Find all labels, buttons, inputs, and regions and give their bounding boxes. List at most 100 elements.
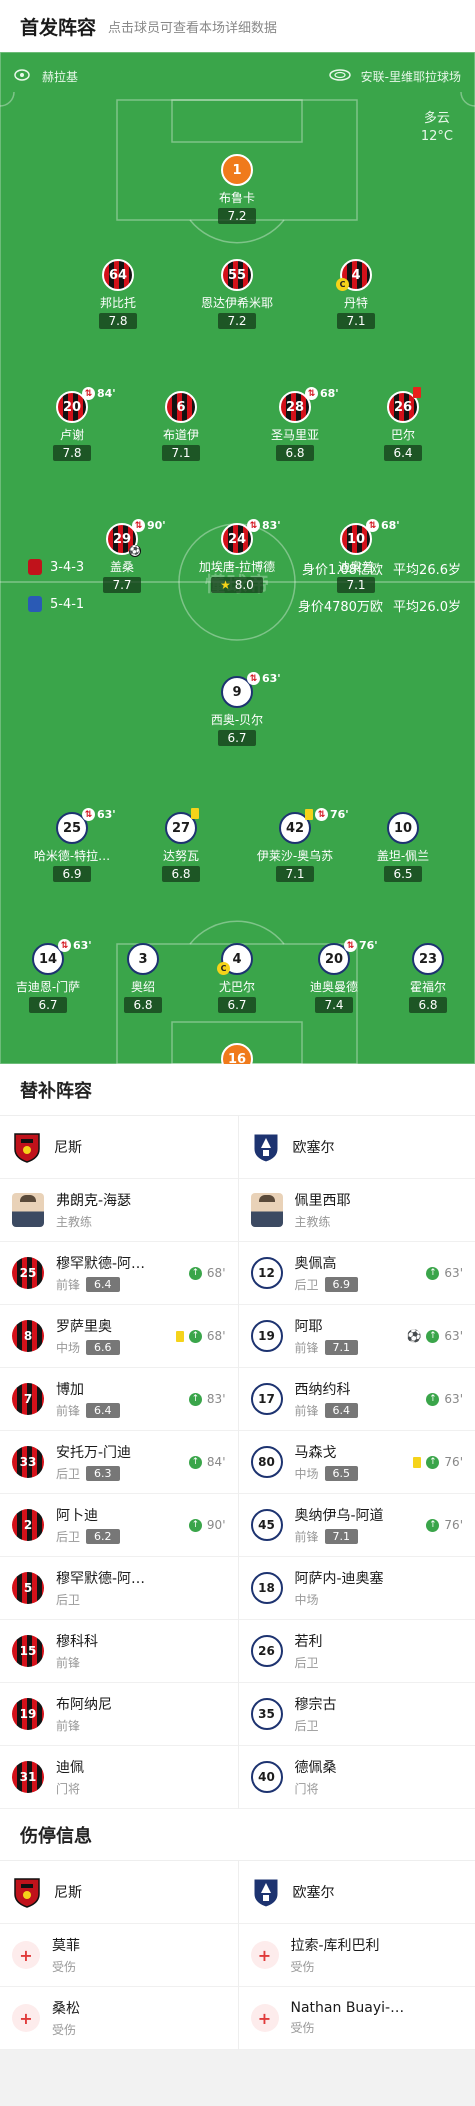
- sub-player-row[interactable]: 35 穆宗古后卫: [238, 1683, 475, 1746]
- injury-row[interactable]: + 拉索-库利巴利 受伤: [238, 1924, 475, 1987]
- player-number: 1: [221, 154, 253, 186]
- sub-in-icon: ↑: [426, 1392, 440, 1406]
- sub-player-row[interactable]: 19 布阿纳尼 前锋: [0, 1683, 238, 1746]
- player-name: 邦比托: [99, 296, 136, 310]
- player-number: 16: [221, 1043, 253, 1064]
- coach-row[interactable]: 弗朗克-海瑟 主教练: [0, 1179, 238, 1242]
- sub-player-row[interactable]: 15 穆科科 前锋: [0, 1620, 238, 1683]
- player-number: 64: [102, 259, 134, 291]
- player-number: 2: [12, 1509, 44, 1541]
- injury-row[interactable]: + Nathan Buayi-Kiala 受伤: [238, 1987, 475, 2050]
- sub-event: ↑ 84': [188, 1455, 226, 1469]
- player-number: 4C: [336, 259, 372, 291]
- player-position: 前锋 7.1: [295, 1528, 384, 1545]
- player-marker[interactable]: 4 C 丹特 7.1: [296, 259, 416, 329]
- player-rating: 6.5: [384, 866, 422, 882]
- player-number: 26: [250, 1635, 283, 1667]
- player-number: 27: [165, 808, 199, 844]
- player-number-text: 20: [324, 951, 344, 967]
- sub-player-row[interactable]: 5 穆罕默德-阿… 后卫: [0, 1557, 238, 1620]
- sub-player-row[interactable]: 8 罗萨里奥 中场 6.6 ↑ 68': [0, 1305, 238, 1368]
- sub-player-row[interactable]: 25 穆罕默德-阿… 前锋 6.4 ↑ 68': [0, 1242, 238, 1305]
- player-name: 伊莱沙-奥乌苏: [256, 849, 334, 863]
- sub-player-row[interactable]: 40 德佩桑 门将: [238, 1746, 475, 1809]
- sub-in-time: 83': [206, 1392, 226, 1406]
- player-marker[interactable]: 29 ⚽ ⇅ 90' 盖桑 7.7: [62, 519, 182, 593]
- sub-player-row[interactable]: 19 阿耶 前锋 7.1 ⚽ ↑ 63': [238, 1305, 475, 1368]
- player-marker[interactable]: 9 ⇅ 63' 西奥-贝尔 6.7: [177, 672, 297, 746]
- player-marker[interactable]: 27 达努瓦 6.8: [121, 808, 241, 882]
- player-number: 29 ⚽ ⇅ 90': [106, 519, 166, 557]
- sub-player-row[interactable]: 33 安托万-门迪 后卫 6.3 ↑ 84': [0, 1431, 238, 1494]
- player-number-text: 25: [62, 820, 82, 836]
- team-row: 尼斯: [0, 1116, 238, 1179]
- player-marker[interactable]: 42 ⇅ 76' 伊莱沙-奥乌苏 7.1: [235, 808, 355, 882]
- sub-player-row[interactable]: 26 若利 后卫: [238, 1620, 475, 1683]
- injury-row[interactable]: + 桑松 受伤: [0, 1987, 238, 2050]
- substitution-icon: ⇅: [247, 672, 260, 685]
- sub-player-row[interactable]: 45 奥纳伊乌-阿道 前锋 7.1 ↑ 76': [238, 1494, 475, 1557]
- injury-row[interactable]: + 莫菲 受伤: [0, 1924, 238, 1987]
- player-marker[interactable]: 20 ⇅ 84' 卢谢 7.8: [12, 387, 132, 461]
- away-formation: 5-4-1: [28, 596, 84, 612]
- weather-condition: 多云: [423, 111, 450, 126]
- player-number: 24 ⇅ 83': [221, 519, 281, 555]
- player-number: 19: [250, 1320, 283, 1352]
- sub-player-row[interactable]: 12 奥佩高 后卫 6.9 ↑ 63': [238, 1242, 475, 1305]
- player-marker[interactable]: 28 ⇅ 68' 圣马里亚 6.8: [235, 387, 355, 461]
- player-marker[interactable]: 1 布鲁卡 7.2: [177, 154, 297, 224]
- player-name: 拉索-库利巴利: [290, 1938, 380, 1954]
- player-number-text: 24: [227, 531, 247, 547]
- player-marker[interactable]: 26 巴尔 6.4: [343, 387, 463, 461]
- player-rating: 7.8: [53, 445, 91, 461]
- player-number: 20 ⇅ 84': [56, 387, 116, 423]
- sub-player-row[interactable]: 80 马森戈 中场 6.5 ↑ 76': [238, 1431, 475, 1494]
- sub-player-row[interactable]: 18 阿萨内-迪奥塞 中场: [238, 1557, 475, 1620]
- player-info: 阿耶 前锋 7.1: [295, 1316, 359, 1356]
- player-rating-value: 6.8: [171, 867, 191, 881]
- player-position: 前锋: [56, 1717, 112, 1734]
- sub-player-row[interactable]: 2 阿卜迪 后卫 6.2 ↑ 90': [0, 1494, 238, 1557]
- player-marker[interactable]: 10 ⇅ 68' 迪奥普 7.1: [296, 519, 416, 593]
- injury-info: 莫菲 受伤: [52, 1935, 80, 1975]
- player-number: 80: [250, 1446, 283, 1478]
- player-marker[interactable]: 6 布道伊 7.1: [121, 391, 241, 461]
- player-number-text: 26: [393, 399, 413, 415]
- sub-player-row[interactable]: 7 博加 前锋 6.4 ↑ 83': [0, 1368, 238, 1431]
- player-position: 后卫: [295, 1717, 337, 1734]
- nice-crest-icon: [14, 1133, 40, 1163]
- player-name: 加埃唐-拉博德: [198, 560, 276, 574]
- lineup-header: 首发阵容 点击球员可查看本场详细数据: [0, 0, 475, 52]
- player-name: 穆宗古: [294, 1697, 337, 1713]
- player-marker[interactable]: 55 恩达伊希米耶 7.2: [177, 259, 297, 329]
- player-name: 盖桑: [109, 560, 134, 574]
- coach-avatar: [12, 1193, 44, 1227]
- sub-player-row[interactable]: 17 西纳约科 前锋 6.4 ↑ 63': [238, 1368, 475, 1431]
- coach-row[interactable]: 佩里西耶 主教练: [238, 1179, 475, 1242]
- player-number-text: 55: [227, 267, 247, 283]
- auxerre-crest-icon: [28, 596, 42, 612]
- player-name: 卢谢: [59, 428, 84, 442]
- player-name: 盖坦-佩兰: [376, 849, 430, 863]
- player-rating-value: 6.9: [62, 867, 82, 881]
- player-info: 西纳约科 前锋 6.4: [295, 1379, 359, 1419]
- player-rating-value: 6.7: [227, 998, 247, 1012]
- sub-player-row[interactable]: 31 迪佩 门将: [0, 1746, 238, 1809]
- injury-columns: 尼斯 + 莫菲 受伤 + 桑松 受伤 欧塞尔 + 拉索-库利巴利 受伤 + Nathan Buay…: [0, 1861, 475, 2050]
- player-marker[interactable]: 24 ⇅ 83' 加埃唐-拉博德 ★ 8.0: [177, 519, 297, 593]
- player-marker[interactable]: 25 ⇅ 63' 哈米德-特拉… 6.9: [12, 808, 132, 882]
- player-name: 西奥-贝尔: [210, 713, 264, 727]
- player-number: 35: [250, 1698, 283, 1730]
- player-marker[interactable]: 16多诺万-莱昂7.0: [177, 1043, 297, 1064]
- player-position-text: 前锋: [294, 1341, 319, 1355]
- subs-columns: 尼斯 弗朗克-海瑟 主教练 25 穆罕默德-阿… 前锋 6.4 ↑ 68' 8 罗萨里奥 中场 6…: [0, 1116, 475, 1809]
- player-event-tag: ⇅ 63': [82, 808, 116, 821]
- player-info: 迪佩 门将: [56, 1757, 84, 1797]
- player-rating-value: 6.4: [393, 446, 413, 460]
- player-marker[interactable]: 23 霍福尔 6.8: [368, 943, 475, 1013]
- player-name: 西纳约科: [294, 1382, 351, 1398]
- player-marker[interactable]: 64 邦比托 7.8: [58, 259, 178, 329]
- sub-event: ↑ 63': [426, 1392, 463, 1406]
- player-position-text: 中场: [56, 1341, 81, 1355]
- player-marker[interactable]: 10 盖坦-佩兰 6.5: [343, 812, 463, 882]
